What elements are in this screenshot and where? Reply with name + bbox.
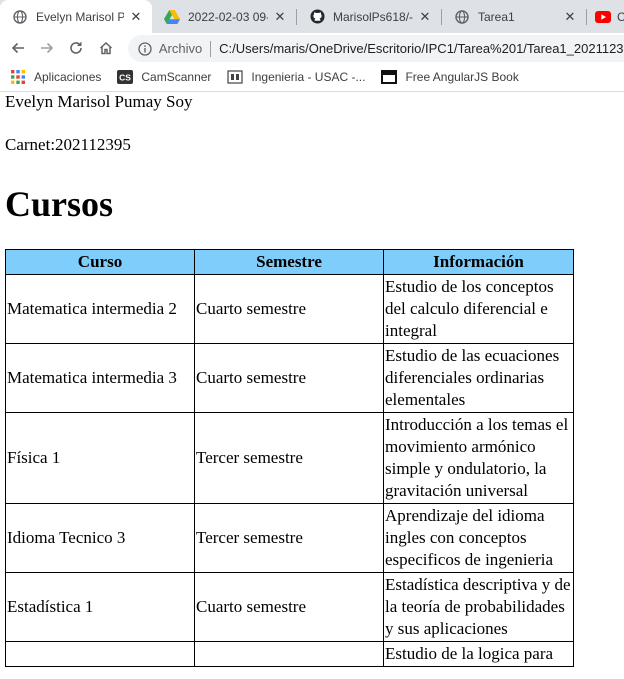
github-icon: [309, 9, 325, 25]
globe-icon: [12, 9, 28, 25]
tab-strip: Evelyn Marisol Pu ✕ 2022-02-03 09-00 ✕ M…: [0, 0, 624, 33]
home-icon: [99, 41, 113, 55]
cell-informacion: Estadística descriptiva y de la teoría d…: [383, 572, 574, 642]
bookmark-label: Ingenieria - USAC -...: [251, 70, 366, 84]
cell-curso: Física 1: [5, 412, 195, 504]
home-button[interactable]: [94, 36, 118, 60]
tab-tarea1[interactable]: Tarea1 ✕: [442, 0, 586, 33]
info-icon[interactable]: [138, 41, 153, 57]
page-heading: Cursos: [5, 184, 114, 224]
bookmark-angularjs-book[interactable]: Free AngularJS Book: [381, 63, 519, 91]
cell-curso: Matematica intermedia 2: [5, 274, 195, 344]
reload-button[interactable]: [64, 36, 88, 60]
camscanner-icon: CS: [117, 69, 134, 85]
cell-curso: [5, 641, 195, 667]
close-icon[interactable]: ✕: [272, 9, 288, 25]
column-header-semestre: Semestre: [194, 249, 384, 275]
tab-drive[interactable]: 2022-02-03 09-00 ✕: [152, 0, 296, 33]
cell-curso: Estadística 1: [5, 572, 195, 642]
tab-youtube[interactable]: C: [587, 0, 624, 33]
apps-grid-icon: [10, 69, 26, 85]
back-button[interactable]: [6, 36, 30, 60]
address-path: C:/Users/maris/OneDrive/Escritorio/IPC1/…: [219, 41, 624, 56]
column-header-curso: Curso: [5, 249, 195, 275]
courses-table: Curso Semestre Información Matematica in…: [5, 249, 574, 667]
table-row: Idioma Tecnico 3 Tercer semestre Aprendi…: [5, 503, 574, 573]
cell-curso: Idioma Tecnico 3: [5, 503, 195, 573]
globe-icon: [454, 9, 470, 25]
carnet-line: Carnet:202112395: [5, 135, 131, 154]
bookmark-label: Free AngularJS Book: [405, 70, 519, 84]
bookmarks-bar: Aplicaciones CS CamScanner Ingenieria - …: [0, 63, 624, 92]
cell-informacion: Estudio de los conceptos del calculo dif…: [383, 274, 574, 344]
cell-informacion: Introducción a los temas el movimiento a…: [383, 412, 574, 504]
page-content: Evelyn Marisol Pumay Soy Carnet:20211239…: [0, 92, 624, 679]
arrow-right-icon: [41, 42, 54, 54]
youtube-icon: [595, 9, 611, 25]
column-header-informacion: Información: [383, 249, 574, 275]
tab-title: 2022-02-03 09-00: [188, 9, 268, 24]
arrow-left-icon: [11, 42, 24, 54]
table-row: Estadística 1 Cuarto semestre Estadístic…: [5, 572, 574, 642]
cell-informacion: Aprendizaje del idioma ingles con concep…: [383, 503, 574, 573]
cell-semestre: Cuarto semestre: [194, 274, 384, 344]
address-divider: [210, 40, 212, 57]
cell-semestre: Cuarto semestre: [194, 343, 384, 413]
cell-informacion: Estudio de la logica para: [383, 641, 574, 667]
table-row: Matematica intermedia 3 Cuarto semestre …: [5, 343, 574, 413]
table-row: Matematica intermedia 2 Cuarto semestre …: [5, 274, 574, 344]
table-header-row: Curso Semestre Información: [5, 249, 574, 275]
cell-curso: Matematica intermedia 3: [5, 343, 195, 413]
google-drive-icon: [164, 9, 180, 25]
bookmark-aplicaciones[interactable]: Aplicaciones: [10, 63, 101, 91]
cell-semestre: Tercer semestre: [194, 412, 384, 504]
cell-informacion: Estudio de las ecuaciones diferenciales …: [383, 343, 574, 413]
tab-title: MarisolPs618/-IPC: [333, 9, 413, 24]
cell-semestre: [194, 641, 384, 667]
bookmark-camscanner[interactable]: CS CamScanner: [117, 63, 211, 91]
close-icon[interactable]: ✕: [417, 9, 433, 25]
table-row: Física 1 Tercer semestre Introducción a …: [5, 412, 574, 504]
bookmark-ingenieria-usac[interactable]: Ingenieria - USAC -...: [227, 63, 365, 91]
tab-title: Tarea1: [478, 9, 515, 24]
tab-evelyn[interactable]: Evelyn Marisol Pu ✕: [0, 0, 152, 33]
address-scheme: Archivo: [158, 41, 203, 56]
cell-semestre: Tercer semestre: [194, 503, 384, 573]
cell-semestre: Cuarto semestre: [194, 572, 384, 642]
reload-icon: [70, 41, 82, 54]
tab-title: C: [617, 9, 624, 24]
tab-title: Evelyn Marisol Pu: [36, 9, 124, 24]
student-name: Evelyn Marisol Pumay Soy: [5, 92, 193, 111]
browser-toolbar: Archivo C:/Users/maris/OneDrive/Escritor…: [0, 33, 624, 63]
forward-button[interactable]: [35, 36, 59, 60]
bookmark-label: Aplicaciones: [34, 70, 102, 84]
address-bar[interactable]: Archivo C:/Users/maris/OneDrive/Escritor…: [128, 35, 624, 62]
close-icon[interactable]: ✕: [562, 9, 578, 25]
bookmark-label: CamScanner: [141, 70, 212, 84]
table-row: Estudio de la logica para: [5, 641, 574, 667]
usac-icon: [227, 69, 244, 85]
close-icon[interactable]: ✕: [128, 9, 144, 25]
tab-github[interactable]: MarisolPs618/-IPC ✕: [297, 0, 441, 33]
book-icon: [381, 69, 398, 85]
svg-text:CS: CS: [119, 73, 131, 83]
